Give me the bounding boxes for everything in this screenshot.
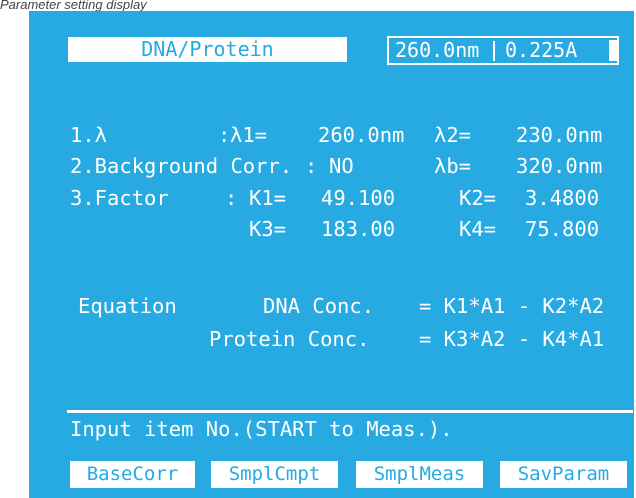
param-1-lambda2-key: λ2= — [434, 123, 472, 147]
wavelength-value: 260.0nm — [395, 38, 480, 62]
param-2-sep: : — [305, 154, 318, 178]
equation-dna-formula: = K1*A1 - K2*A2 — [419, 294, 605, 318]
param-1-label[interactable]: 1.λ — [70, 125, 107, 146]
param-3-k3-value[interactable]: 183.00 — [321, 219, 395, 240]
readout-divider — [493, 41, 495, 61]
scroll-indicator-icon — [609, 40, 617, 61]
param-1-lambda1-key: λ1= — [230, 123, 268, 147]
smplcmpt-button[interactable]: SmplCmpt — [211, 461, 338, 488]
input-prompt: Input item No.(START to Meas.). — [70, 417, 453, 441]
param-3-k3-key: K3= — [249, 217, 287, 241]
param-3-label[interactable]: 3.Factor — [70, 188, 169, 209]
mode-label: DNA/Protein — [68, 37, 347, 62]
param-2-label[interactable]: 2.Background Corr. — [70, 156, 292, 177]
equation-dna-name: DNA Conc. — [263, 294, 375, 318]
param-3-k2-key: K2= — [459, 186, 497, 210]
absorbance-value: 0.225A — [505, 38, 578, 62]
param-1-sep: : — [218, 123, 231, 147]
param-3-k1-key: K1= — [249, 186, 287, 210]
smplmeas-button[interactable]: SmplMeas — [356, 461, 483, 488]
param-3-k4-key: K4= — [459, 217, 497, 241]
param-3-k2-value[interactable]: 3.4800 — [525, 188, 599, 209]
param-2-lambdab-value[interactable]: 320.0nm — [516, 156, 602, 177]
param-3-sep: : — [225, 186, 238, 210]
divider-line — [67, 410, 633, 413]
param-2-lambdab-key: λb= — [434, 154, 472, 178]
basecorr-button[interactable]: BaseCorr — [70, 461, 195, 488]
instrument-screen: DNA/Protein 260.0nm 0.225A 1.λ : λ1= 260… — [29, 11, 634, 498]
equation-protein-formula: = K3*A2 - K4*A1 — [419, 327, 605, 351]
param-1-lambda1-value[interactable]: 260.0nm — [318, 125, 404, 146]
wavelength-readout: 260.0nm 0.225A — [387, 36, 619, 65]
param-3-k4-value[interactable]: 75.800 — [525, 219, 599, 240]
param-1-lambda2-value[interactable]: 230.0nm — [516, 125, 602, 146]
param-2-value[interactable]: NO — [329, 156, 354, 177]
param-3-k1-value[interactable]: 49.100 — [321, 188, 395, 209]
savparam-button[interactable]: SavParam — [500, 461, 627, 488]
equation-protein-name: Protein Conc. — [209, 327, 370, 351]
equation-label: Equation — [78, 294, 177, 318]
